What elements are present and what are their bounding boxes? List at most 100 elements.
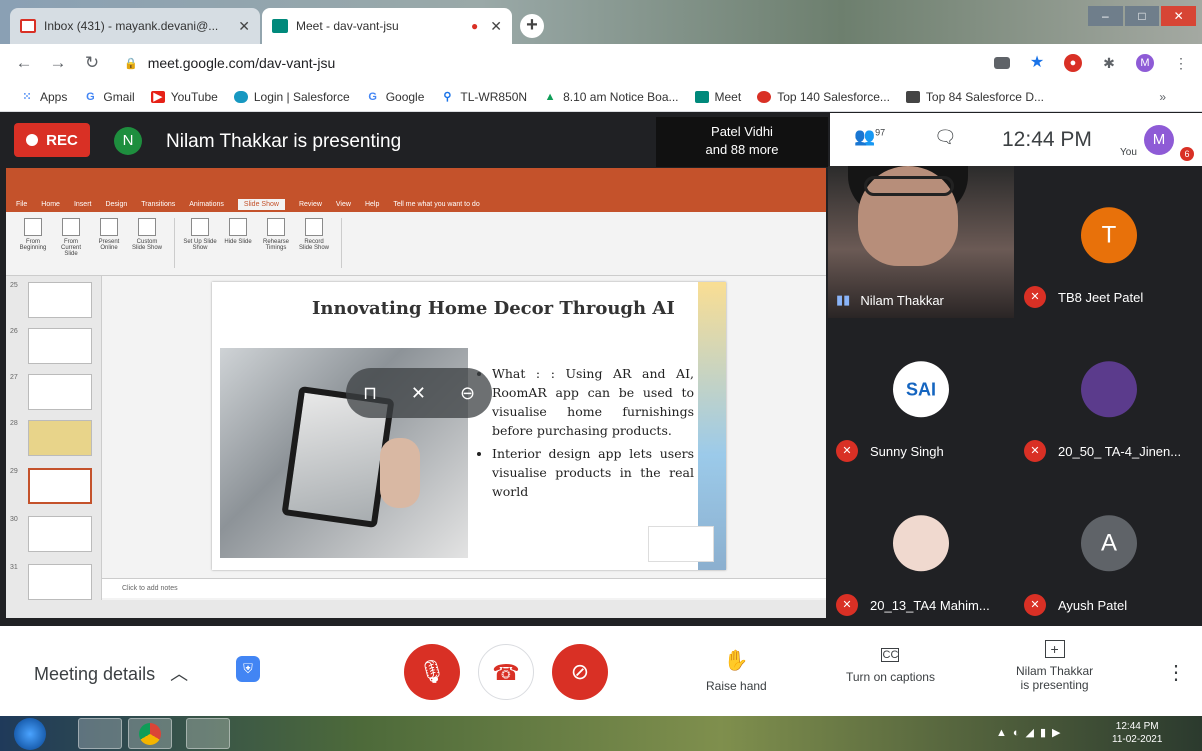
present-online-icon — [100, 218, 118, 236]
slide-thumbnail[interactable] — [28, 564, 92, 600]
ribbon-button[interactable]: Rehearse Timings — [259, 218, 293, 268]
bookmark-google[interactable]: G Google — [366, 90, 424, 104]
camera-off-icon: ⊘ — [570, 659, 590, 684]
ppt-tab[interactable]: Design — [105, 201, 127, 208]
ppt-tab[interactable]: Home — [41, 201, 60, 208]
ppt-tab[interactable]: Help — [365, 201, 379, 208]
taskbar-clock[interactable]: 12:44 PM 11-02-2021 — [1112, 720, 1162, 746]
participant-tile[interactable]: ✕ 20_50_ TA-4_Jinen... — [1016, 320, 1202, 472]
ppt-ribbon: From Beginning From Current Slide Presen… — [6, 212, 826, 276]
chat-icon[interactable]: 🗨 — [934, 127, 957, 148]
pin-icon[interactable]: ⊓ — [363, 383, 377, 404]
ppt-tab[interactable]: Transitions — [141, 201, 175, 208]
taskbar-explorer[interactable] — [78, 718, 122, 749]
participant-tile[interactable]: A ✕ Ayush Patel — [1016, 474, 1202, 626]
back-icon[interactable]: ← — [12, 53, 36, 73]
minimize-button[interactable]: – — [1088, 6, 1123, 26]
ribbon-button[interactable]: Hide Slide — [221, 218, 255, 268]
bookmark-label: TL-WR850N — [460, 89, 528, 104]
captions-button[interactable]: CC Turn on captions — [846, 648, 935, 684]
meet-top-right: 👥97 🗨 12:44 PM You M 6 — [830, 113, 1202, 166]
forward-icon[interactable]: → — [46, 53, 70, 73]
notes-pane[interactable]: Click to add notes — [102, 578, 826, 598]
tab-title: Inbox (431) - mayank.devani@... — [44, 19, 219, 33]
raise-hand-button[interactable]: ✋ Raise hand — [706, 648, 767, 693]
ppt-tab[interactable]: View — [336, 201, 351, 208]
notification-badge: 6 — [1180, 147, 1194, 161]
captions-label: Turn on captions — [846, 670, 935, 684]
system-tray-icons[interactable]: ▲◐◢▮▶ — [996, 726, 1067, 739]
participant-tile[interactable]: T ✕ TB8 Jeet Patel — [1016, 166, 1202, 318]
participant-name: ✕ 20_13_TA4 Mahim... — [836, 594, 990, 616]
people-button[interactable]: 👥97 — [854, 127, 885, 147]
mic-off-icon[interactable]: ✕ — [411, 383, 426, 404]
url-input[interactable]: 🔒 meet.google.com/dav-vant-jsu — [124, 49, 966, 77]
extension-adblock-icon[interactable]: ● — [1064, 54, 1082, 72]
bookmark-meet[interactable]: Meet — [694, 90, 741, 104]
maximize-button[interactable]: □ — [1124, 6, 1160, 26]
pinned-participants-tile[interactable]: Patel Vidhi and 88 more — [656, 117, 828, 167]
bullet: What : : Using AR and AI, RoomAR app can… — [492, 364, 694, 440]
participant-tile[interactable]: ▮▮ Nilam Thakkar — [828, 166, 1014, 318]
participant-tile[interactable]: ✕ 20_13_TA4 Mahim... — [828, 474, 1014, 626]
close-icon[interactable]: ✕ — [238, 18, 250, 35]
bookmark-router[interactable]: ⚲ TL-WR850N — [440, 90, 527, 104]
bookmark-salesforce-84[interactable]: Top 84 Salesforce D... — [905, 89, 1044, 104]
bookmark-label: Top 84 Salesforce D... — [925, 89, 1044, 104]
ppt-tab-slideshow[interactable]: Slide Show — [237, 198, 285, 210]
ppt-tab[interactable]: Animations — [189, 201, 224, 208]
bookmark-gmail[interactable]: G Gmail — [83, 90, 135, 104]
ppt-tell-me[interactable]: Tell me what you want to do — [393, 201, 479, 208]
ppt-tab[interactable]: Review — [299, 201, 322, 208]
meet-presentation-bar: REC N Nilam Thakkar is presenting Patel … — [0, 113, 830, 167]
bookmark-youtube[interactable]: ▶ YouTube — [150, 90, 218, 104]
slide-thumbnail[interactable] — [28, 516, 92, 552]
camera-toggle-button[interactable]: ⊘ — [552, 644, 608, 700]
slide-thumbnail[interactable] — [28, 374, 92, 410]
star-icon[interactable]: ★ — [1028, 54, 1046, 72]
ribbon-button[interactable]: From Beginning — [16, 218, 50, 268]
leave-call-button[interactable]: ☎ — [478, 644, 534, 700]
microphone-toggle-button[interactable]: 🎙 — [404, 644, 460, 700]
menu-icon[interactable]: ⋮ — [1172, 54, 1190, 72]
slide-thumbnail[interactable] — [28, 328, 92, 364]
ppt-tab[interactable]: Insert — [74, 201, 92, 208]
ribbon-button[interactable]: Set Up Slide Show — [183, 218, 217, 268]
puzzle-icon[interactable]: ✱ — [1100, 54, 1118, 72]
taskbar-powerpoint[interactable] — [186, 718, 230, 749]
participant-label: 20_13_TA4 Mahim... — [870, 597, 990, 613]
tab-meet[interactable]: Meet - dav-vant-jsu ● ✕ — [262, 8, 512, 44]
reload-icon[interactable]: ↻ — [80, 53, 104, 73]
new-tab-button[interactable]: + — [520, 14, 544, 38]
slide-number: 30 — [10, 516, 18, 523]
bookmark-salesforce-140[interactable]: Top 140 Salesforce... — [757, 90, 890, 104]
ribbon-button[interactable]: Custom Slide Show — [130, 218, 164, 268]
participant-tile[interactable]: SAI ✕ Sunny Singh — [828, 320, 1014, 472]
ribbon-button[interactable]: Present Online — [92, 218, 126, 268]
ppt-tab[interactable]: File — [16, 201, 27, 208]
slide-thumbnail[interactable] — [28, 420, 92, 456]
taskbar-date: 11-02-2021 — [1112, 734, 1163, 745]
close-window-button[interactable]: ✕ — [1161, 6, 1197, 26]
close-icon[interactable]: ✕ — [490, 18, 502, 35]
start-button[interactable] — [14, 718, 46, 750]
bookmark-notice-board[interactable]: ▲ 8.10 am Notice Boa... — [543, 90, 679, 104]
bookmark-apps[interactable]: ⁙ Apps — [20, 90, 67, 104]
current-slide[interactable]: Innovating Home Decor Through AI What : … — [212, 282, 726, 570]
slide-thumbnail-selected[interactable] — [28, 468, 92, 504]
tab-gmail[interactable]: Inbox (431) - mayank.devani@... ✕ — [10, 8, 260, 44]
more-options-icon[interactable]: ⋮ — [1166, 660, 1186, 685]
present-now-button[interactable]: + Nilam Thakkar is presenting — [1016, 640, 1093, 692]
taskbar-chrome[interactable] — [128, 718, 172, 749]
bookmark-salesforce[interactable]: Login | Salesforce — [233, 90, 350, 104]
slide-thumbnail[interactable] — [28, 282, 92, 318]
ribbon-button[interactable]: From Current Slide — [54, 218, 88, 268]
shield-icon[interactable]: ⛨ — [236, 656, 260, 682]
bookmarks-overflow-icon[interactable]: » — [1159, 90, 1166, 104]
ribbon-button[interactable]: Record Slide Show — [297, 218, 331, 268]
profile-avatar[interactable]: M — [1136, 54, 1154, 72]
self-avatar[interactable]: M — [1144, 125, 1174, 155]
camera-icon[interactable] — [994, 57, 1010, 69]
remove-icon[interactable]: ⊖ — [460, 383, 475, 404]
meeting-details-button[interactable]: Meeting details ︿ — [34, 660, 188, 686]
